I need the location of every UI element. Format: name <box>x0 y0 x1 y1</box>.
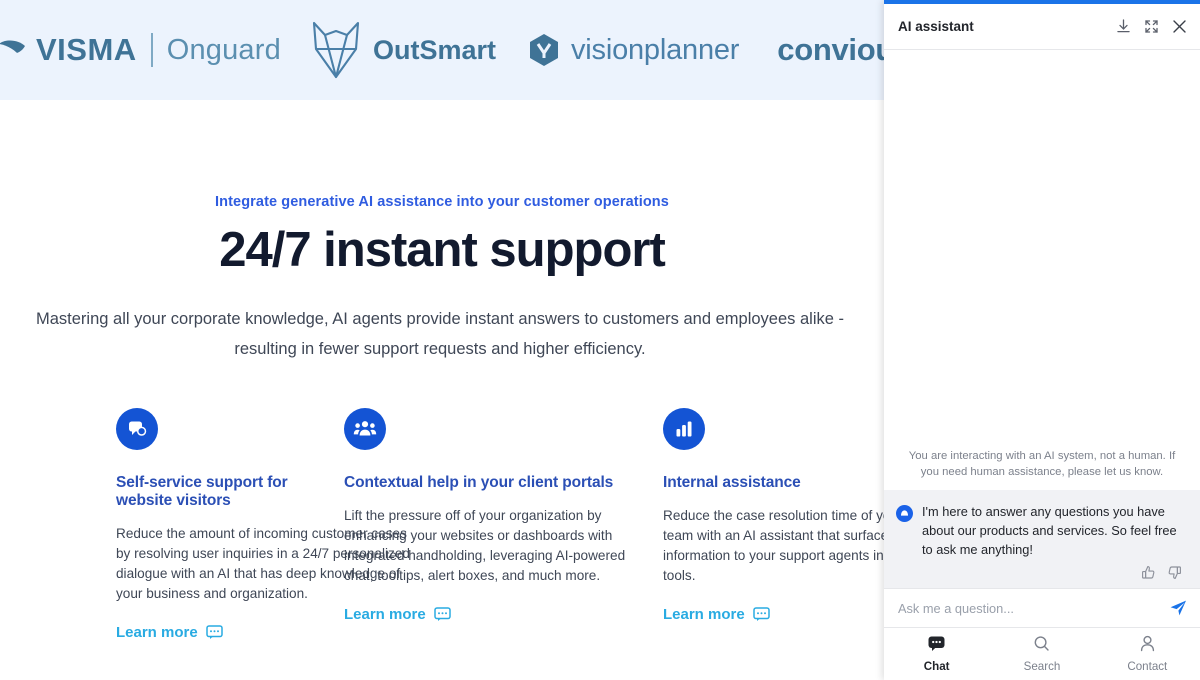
visionplanner-badge-icon <box>529 34 558 66</box>
tab-search[interactable]: Search <box>989 628 1094 680</box>
feature-card: Self-service support for website visitor… <box>0 408 410 641</box>
bot-message: I'm here to answer any questions you hav… <box>884 490 1200 588</box>
tab-contact[interactable]: Contact <box>1095 628 1200 680</box>
feature-card-list: Self-service support for website visitor… <box>0 408 962 641</box>
feature-card-body: Lift the pressure off of your organizati… <box>344 508 626 583</box>
message-feedback <box>896 565 1186 580</box>
chat-icon <box>927 635 946 657</box>
speech-bubble-icon <box>433 607 451 621</box>
chat-bubbles-icon <box>116 408 158 450</box>
page-title: 24/7 instant support <box>219 223 666 277</box>
logo-outsmart-word: OutSmart <box>372 34 496 65</box>
panel-title: AI assistant <box>898 19 974 34</box>
search-icon <box>1032 635 1051 657</box>
thumbs-down-icon[interactable] <box>1167 565 1182 580</box>
feature-card: Contextual help in your client portals L… <box>330 408 649 641</box>
thumbs-up-icon[interactable] <box>1141 565 1156 580</box>
tab-contact-label: Contact <box>1127 660 1168 673</box>
send-icon[interactable] <box>1168 598 1188 618</box>
avatar <box>896 505 913 522</box>
tab-search-label: Search <box>1023 660 1061 673</box>
logo-visma-word: VISMA <box>36 32 137 67</box>
people-group-icon <box>344 408 386 450</box>
logo-visionplanner-word: visionplanner <box>570 33 740 66</box>
tab-chat-label: Chat <box>923 660 950 673</box>
learn-more-label: Learn more <box>344 606 426 623</box>
fox-head-icon <box>312 21 360 79</box>
feature-card-title: Self-service support for website visitor… <box>116 474 288 509</box>
visma-swoosh-icon <box>0 40 25 58</box>
logo-onguard-word: Onguard <box>166 33 281 66</box>
learn-more-link[interactable]: Learn more <box>344 606 649 623</box>
logo-visma-onguard: VISMA Onguard <box>0 32 281 68</box>
logo-outsmart: OutSmart <box>309 19 496 81</box>
bot-message-text: I'm here to answer any questions you hav… <box>922 504 1177 557</box>
panel-conversation-area: You are interacting with an AI system, n… <box>884 50 1200 490</box>
close-icon[interactable] <box>1171 18 1188 35</box>
learn-more-label: Learn more <box>663 606 745 623</box>
person-icon <box>1138 635 1157 657</box>
learn-more-label: Learn more <box>116 624 198 641</box>
bar-chart-icon <box>663 408 705 450</box>
download-icon[interactable] <box>1115 18 1132 35</box>
ai-disclaimer: You are interacting with an AI system, n… <box>908 450 1176 478</box>
logo-visionplanner: visionplanner <box>528 33 739 67</box>
tab-chat[interactable]: Chat <box>884 628 989 680</box>
panel-bottom-nav: Chat Search Contact <box>884 628 1200 680</box>
message-input-row[interactable] <box>884 588 1200 628</box>
speech-bubble-icon <box>752 607 770 621</box>
learn-more-link[interactable]: Learn more <box>116 624 330 641</box>
hero-section: Integrate generative AI assistance into … <box>0 100 884 364</box>
ai-assistant-panel: AI assistant You are interacting with an… <box>884 0 1200 680</box>
logo-divider <box>150 33 153 67</box>
panel-header: AI assistant <box>884 4 1200 50</box>
feature-card-title: Contextual help in your client portals <box>344 474 614 491</box>
expand-icon[interactable] <box>1144 19 1159 34</box>
speech-bubble-icon <box>205 625 223 639</box>
hero-eyebrow: Integrate generative AI assistance into … <box>215 194 669 210</box>
search-input[interactable] <box>898 600 1168 616</box>
hero-subhead: Mastering all your corporate knowledge, … <box>35 310 844 358</box>
